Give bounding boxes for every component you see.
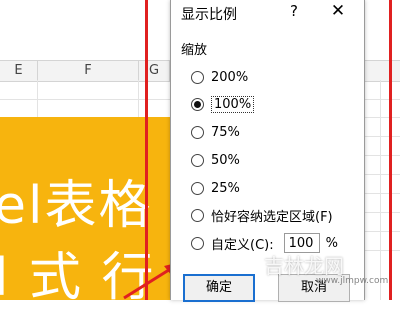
column-header-partial[interactable] [364, 61, 400, 81]
option-50[interactable]: 50% [191, 150, 240, 170]
radio-50[interactable] [191, 153, 204, 167]
option-fit-selection-label: 恰好容纳选定区域(F) [211, 209, 333, 225]
option-50-label: 50% [211, 152, 240, 168]
watermark-url: www.jlmpw.com [316, 276, 389, 286]
option-100-label: 100% [211, 95, 255, 113]
zoom-group-label: 缩放 [181, 43, 208, 58]
help-button[interactable]: ? [284, 2, 304, 22]
close-button[interactable]: ✕ [326, 1, 350, 23]
radio-100[interactable] [191, 97, 204, 111]
radio-25[interactable] [191, 181, 204, 195]
column-header-g[interactable]: G [139, 61, 170, 81]
column-header-f[interactable]: F [38, 61, 139, 81]
option-200[interactable]: 200% [191, 67, 248, 87]
cell-text-line-1: el表格 [0, 176, 153, 236]
annotation-line-left [145, 0, 148, 300]
radio-custom[interactable] [191, 236, 204, 250]
option-75[interactable]: 75% [191, 122, 240, 142]
custom-zoom-unit: % [325, 235, 338, 251]
watermark-text: 吉林龙网 [264, 254, 344, 278]
dialog-title-bar[interactable]: 显示比例 ? ✕ [171, 0, 364, 26]
grid-line [380, 80, 381, 300]
column-header-e[interactable]: E [0, 61, 38, 81]
option-25-label: 25% [211, 180, 240, 196]
option-fit-selection[interactable]: 恰好容纳选定区域(F) [191, 205, 333, 225]
annotation-line-right [389, 0, 392, 300]
dialog-title: 显示比例 [181, 7, 237, 23]
radio-fit-selection[interactable] [191, 208, 204, 222]
radio-75[interactable] [191, 125, 204, 139]
option-25[interactable]: 25% [191, 178, 240, 198]
ok-button[interactable]: 确定 [183, 274, 255, 302]
option-200-label: 200% [211, 69, 249, 85]
option-100[interactable]: 100% [191, 94, 255, 114]
option-75-label: 75% [211, 124, 240, 140]
radio-200[interactable] [191, 70, 204, 84]
